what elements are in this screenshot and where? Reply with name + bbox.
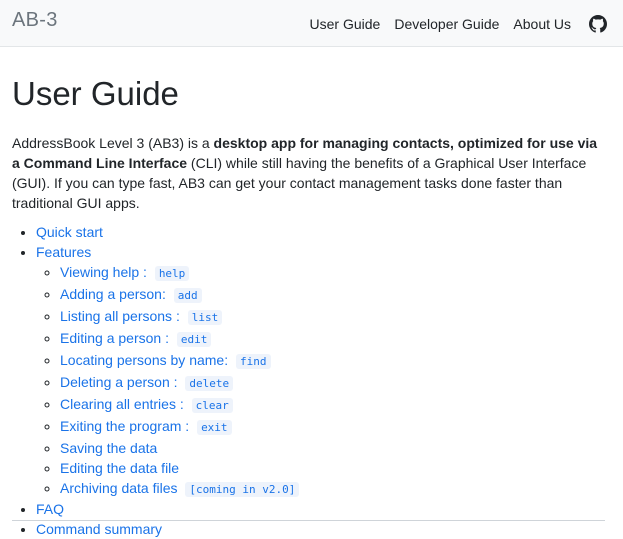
toc-link-locating-persons[interactable]: Locating persons by name: find [60, 352, 271, 370]
toc-link-label: Adding a person: [60, 286, 166, 303]
toc-link-exiting-program[interactable]: Exiting the program : exit [60, 418, 232, 436]
command-code: clear [191, 398, 233, 414]
toc-subitem: Listing all persons : list [60, 306, 612, 328]
command-code: help [154, 266, 190, 282]
toc-item: Features Viewing help : help Adding a pe… [36, 243, 612, 501]
toc-subitem: Saving the data [60, 438, 612, 458]
toc-link-label: Clearing all entries : [60, 396, 184, 413]
toc-link-viewing-help[interactable]: Viewing help : help [60, 264, 190, 282]
toc-item: Command summary [36, 520, 612, 539]
toc-link-label: Locating persons by name: [60, 352, 229, 369]
features-sublist: Viewing help : help Adding a person: add… [36, 262, 612, 500]
toc-subitem: Editing a person : edit [60, 328, 612, 350]
brand-link[interactable]: AB-3 [12, 9, 58, 32]
toc-link-label: Exiting the program : [60, 418, 190, 435]
toc-item: FAQ [36, 500, 612, 520]
table-of-contents: Quick start Features Viewing help : help… [12, 223, 612, 539]
command-code: delete [185, 376, 234, 392]
main-content: User Guide AddressBook Level 3 (AB3) is … [12, 47, 612, 539]
toc-link-label: Deleting a person : [60, 374, 178, 391]
command-code: add [173, 288, 202, 304]
toc-link-editing-data-file[interactable]: Editing the data file [60, 460, 179, 476]
toc-subitem: Clearing all entries : clear [60, 394, 612, 416]
toc-link-label: Viewing help : [60, 264, 147, 281]
intro-paragraph: AddressBook Level 3 (AB3) is a desktop a… [12, 133, 604, 213]
command-code: exit [197, 420, 232, 436]
nav-links: User Guide Developer Guide About Us [296, 0, 607, 47]
toc-link-listing-persons[interactable]: Listing all persons : list [60, 308, 223, 326]
toc-subitem: Adding a person: add [60, 284, 612, 306]
command-code: edit [176, 332, 212, 348]
toc-subitem: Editing the data file [60, 458, 612, 478]
toc-link-deleting-person[interactable]: Deleting a person : delete [60, 374, 234, 392]
toc-link-faq[interactable]: FAQ [36, 501, 64, 517]
toc-subitem: Locating persons by name: find [60, 350, 612, 372]
toc-link-clearing-entries[interactable]: Clearing all entries : clear [60, 396, 233, 414]
toc-link-editing-person[interactable]: Editing a person : edit [60, 330, 212, 348]
nav-link-developer-guide[interactable]: Developer Guide [394, 16, 499, 32]
toc-subitem: Deleting a person : delete [60, 372, 612, 394]
nav-link-user-guide[interactable]: User Guide [310, 16, 381, 32]
toc-link-features[interactable]: Features [36, 244, 91, 260]
toc-subitem: Viewing help : help [60, 262, 612, 284]
command-code: find [236, 354, 271, 370]
toc-link-command-summary[interactable]: Command summary [36, 521, 162, 537]
command-code: list [187, 310, 223, 326]
page-title: User Guide [12, 75, 179, 112]
toc-link-quick-start[interactable]: Quick start [36, 224, 103, 240]
toc-link-adding-person[interactable]: Adding a person: add [60, 286, 202, 304]
command-code: [coming in v2.0] [185, 482, 300, 498]
toc-item: Quick start [36, 223, 612, 243]
intro-text-start: AddressBook Level 3 (AB3) is a [12, 135, 214, 151]
toc-link-label: Archiving data files [60, 480, 178, 497]
toc-link-label: Listing all persons : [60, 308, 180, 325]
toc-link-saving-data[interactable]: Saving the data [60, 440, 157, 456]
toc-subitem: Archiving data files [coming in v2.0] [60, 478, 612, 500]
horizontal-divider [12, 520, 605, 521]
toc-link-label: Editing a person : [60, 330, 169, 347]
top-navbar: AB-3 User Guide Developer Guide About Us [0, 0, 623, 47]
nav-link-about-us[interactable]: About Us [513, 16, 571, 32]
github-icon[interactable] [589, 14, 607, 33]
toc-link-archiving-data-files[interactable]: Archiving data files [coming in v2.0] [60, 480, 300, 498]
toc-subitem: Exiting the program : exit [60, 416, 612, 438]
